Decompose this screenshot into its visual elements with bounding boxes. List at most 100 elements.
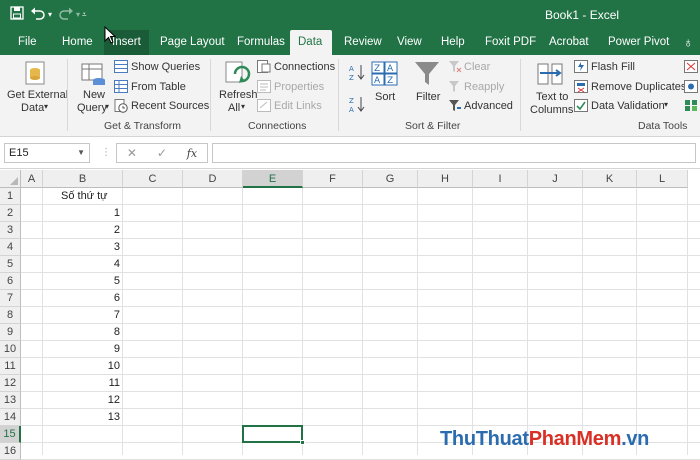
sort-icon: Z AA Z <box>371 61 398 86</box>
column-header-h[interactable]: H <box>418 170 473 188</box>
chevron-down-icon: ▾ <box>44 102 49 111</box>
svg-text:Z: Z <box>349 74 354 81</box>
column-header-g[interactable]: G <box>363 170 418 188</box>
row-header-1[interactable]: 1 <box>0 188 21 205</box>
tab-help[interactable]: Help <box>433 30 473 55</box>
name-box-value: E15 <box>9 147 29 159</box>
more-icon: ⋮ <box>101 147 111 158</box>
row-header-2[interactable]: 2 <box>0 205 21 222</box>
select-all-button[interactable] <box>0 170 21 188</box>
redo-dropdown-icon[interactable]: ▾ <box>76 6 80 24</box>
svg-text:A: A <box>387 64 394 74</box>
cell-b14[interactable]: 13 <box>43 409 123 426</box>
undo-icon[interactable] <box>30 6 46 24</box>
sort-za-icon: ZA <box>349 97 365 113</box>
formula-buttons: ✕ ✓ fx <box>116 143 208 163</box>
column-header-d[interactable]: D <box>183 170 243 188</box>
mouse-cursor-icon <box>104 26 116 44</box>
tab-data[interactable]: Data <box>290 30 332 55</box>
svg-text:Z: Z <box>374 64 380 74</box>
cell-b12[interactable]: 11 <box>43 375 123 392</box>
insert-function-icon[interactable]: fx <box>187 147 197 160</box>
row-header-4[interactable]: 4 <box>0 239 21 256</box>
consolidate-icon[interactable] <box>684 60 698 73</box>
chevron-down-icon: ▾ <box>241 102 246 111</box>
row-header-8[interactable]: 8 <box>0 307 21 324</box>
cell-b4[interactable]: 3 <box>43 239 123 256</box>
clear-filter-icon <box>449 61 462 73</box>
cell-b9[interactable]: 8 <box>43 324 123 341</box>
tab-file[interactable]: File <box>10 30 45 55</box>
tab-foxit-pdf[interactable]: Foxit PDF <box>477 30 544 55</box>
column-header-c[interactable]: C <box>123 170 183 188</box>
cell-b13[interactable]: 12 <box>43 392 123 409</box>
properties-icon <box>257 80 271 93</box>
cell-b8[interactable]: 7 <box>43 307 123 324</box>
gridline <box>687 188 688 455</box>
fill-handle[interactable] <box>300 440 305 445</box>
row-header-13[interactable]: 13 <box>0 392 21 409</box>
row-header-7[interactable]: 7 <box>0 290 21 307</box>
formula-input[interactable] <box>212 143 696 163</box>
row-header-11[interactable]: 11 <box>0 358 21 375</box>
group-label-connections: Connections <box>248 120 307 132</box>
column-header-i[interactable]: I <box>473 170 528 188</box>
customize-qat-icon[interactable]: ⩡ <box>82 6 87 24</box>
row-header-12[interactable]: 12 <box>0 375 21 392</box>
gridline <box>302 188 303 455</box>
cell-b5[interactable]: 4 <box>43 256 123 273</box>
clock-icon <box>114 99 128 113</box>
cell-b11[interactable]: 10 <box>43 358 123 375</box>
cell-b1[interactable]: Số thứ tự <box>43 188 123 205</box>
undo-dropdown-icon[interactable]: ▾ <box>48 6 52 24</box>
filter-icon <box>415 62 439 85</box>
column-header-a[interactable]: A <box>21 170 43 188</box>
save-icon[interactable] <box>10 6 24 24</box>
tab-view[interactable]: View <box>389 30 430 55</box>
row-header-6[interactable]: 6 <box>0 273 21 290</box>
row-header-15[interactable]: 15 <box>0 426 21 443</box>
tab-power-pivot[interactable]: Power Pivot <box>600 30 677 55</box>
name-box[interactable]: E15 ▼ <box>4 143 90 163</box>
column-header-k[interactable]: K <box>583 170 637 188</box>
cell-b7[interactable]: 6 <box>43 290 123 307</box>
tab-review[interactable]: Review <box>336 30 390 55</box>
divider <box>338 59 339 131</box>
cell-b6[interactable]: 5 <box>43 273 123 290</box>
enter-icon[interactable]: ✓ <box>157 146 167 160</box>
tab-page-layout[interactable]: Page Layout <box>152 30 233 55</box>
column-header-l[interactable]: L <box>637 170 688 188</box>
selected-cell-outline[interactable] <box>242 425 303 443</box>
cell-b3[interactable]: 2 <box>43 222 123 239</box>
reapply-icon <box>449 81 459 92</box>
new-query-icon <box>81 63 105 85</box>
cell-b2[interactable]: 1 <box>43 205 123 222</box>
watermark: ThuThuatPhanMem.vn <box>440 428 650 450</box>
row-header-14[interactable]: 14 <box>0 409 21 426</box>
connections-icon <box>257 60 271 73</box>
lightbulb-icon[interactable]: ♁ <box>675 30 700 55</box>
cancel-icon[interactable]: ✕ <box>127 146 137 160</box>
row-header-16[interactable]: 16 <box>0 443 21 460</box>
tab-home[interactable]: Home <box>54 30 101 55</box>
spreadsheet-grid[interactable]: A B C D E F G H I J K L 1 2 3 4 5 6 7 8 9 10 11 12 13 14 15 16 Số th… <box>0 170 700 460</box>
row-header-5[interactable]: 5 <box>0 256 21 273</box>
row-header-3[interactable]: 3 <box>0 222 21 239</box>
column-header-j[interactable]: J <box>528 170 583 188</box>
redo-icon[interactable] <box>58 6 74 24</box>
ribbon: Get External Data ▾ New Query ▾ Show Que… <box>0 55 700 137</box>
relationships-icon[interactable] <box>684 80 698 93</box>
chevron-down-icon: ▾ <box>105 102 110 111</box>
column-header-f[interactable]: F <box>303 170 363 188</box>
tab-formulas[interactable]: Formulas <box>229 30 293 55</box>
column-header-b[interactable]: B <box>43 170 123 188</box>
chevron-down-icon[interactable]: ▼ <box>77 144 85 162</box>
column-header-e[interactable]: E <box>243 170 303 188</box>
row-header-9[interactable]: 9 <box>0 324 21 341</box>
tab-acrobat[interactable]: Acrobat <box>541 30 597 55</box>
svg-text:Z: Z <box>387 76 393 86</box>
cell-b10[interactable]: 9 <box>43 341 123 358</box>
row-header-10[interactable]: 10 <box>0 341 21 358</box>
manage-data-model-icon[interactable] <box>684 99 698 112</box>
table-icon <box>114 60 128 73</box>
